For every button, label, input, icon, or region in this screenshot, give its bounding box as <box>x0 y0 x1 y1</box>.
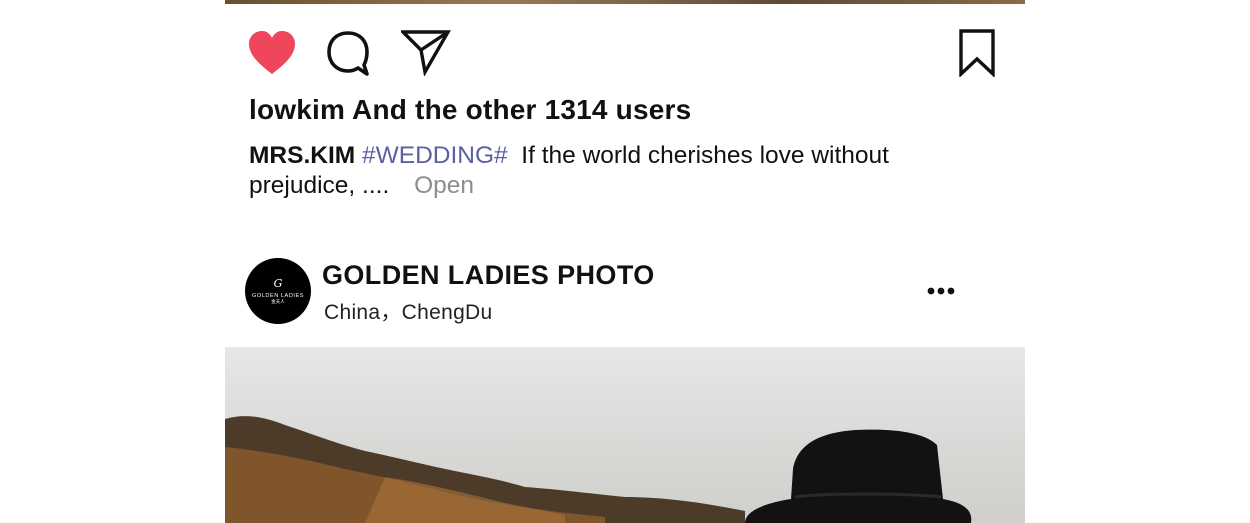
account-name[interactable]: GOLDEN LADIES PHOTO <box>322 260 655 291</box>
post-photo[interactable] <box>225 347 1025 523</box>
post-location[interactable]: China，ChengDu <box>324 296 493 326</box>
speech-bubble-icon[interactable] <box>325 30 371 78</box>
heart-filled-icon[interactable] <box>247 30 297 76</box>
caption-hashtag[interactable]: #WEDDING# <box>362 142 508 169</box>
previous-post-photo[interactable] <box>225 0 1025 4</box>
feed: lowkim And the other 1314 users MRS.KIM … <box>225 0 1025 523</box>
post-action-bar <box>225 24 1025 80</box>
avatar-logo-subtext: 金夫人 <box>271 298 285 304</box>
paper-plane-icon[interactable] <box>401 28 451 76</box>
post-photo-scene <box>225 416 972 523</box>
next-post-header: G GOLDEN LADIES 金夫人 GOLDEN LADIES PHOTO … <box>225 256 1025 328</box>
ellipsis-horizontal-icon[interactable] <box>926 284 956 298</box>
caption-author[interactable]: MRS.KIM <box>249 142 355 169</box>
avatar-logo-mark: G <box>273 276 283 290</box>
post-caption: MRS.KIM #WEDDING# If the world cherishes… <box>249 141 949 201</box>
avatar[interactable]: G GOLDEN LADIES 金夫人 <box>245 258 311 324</box>
likes-summary[interactable]: lowkim And the other 1314 users <box>249 94 691 126</box>
caption-open-link[interactable]: Open <box>414 172 474 199</box>
bookmark-icon[interactable] <box>958 29 996 77</box>
